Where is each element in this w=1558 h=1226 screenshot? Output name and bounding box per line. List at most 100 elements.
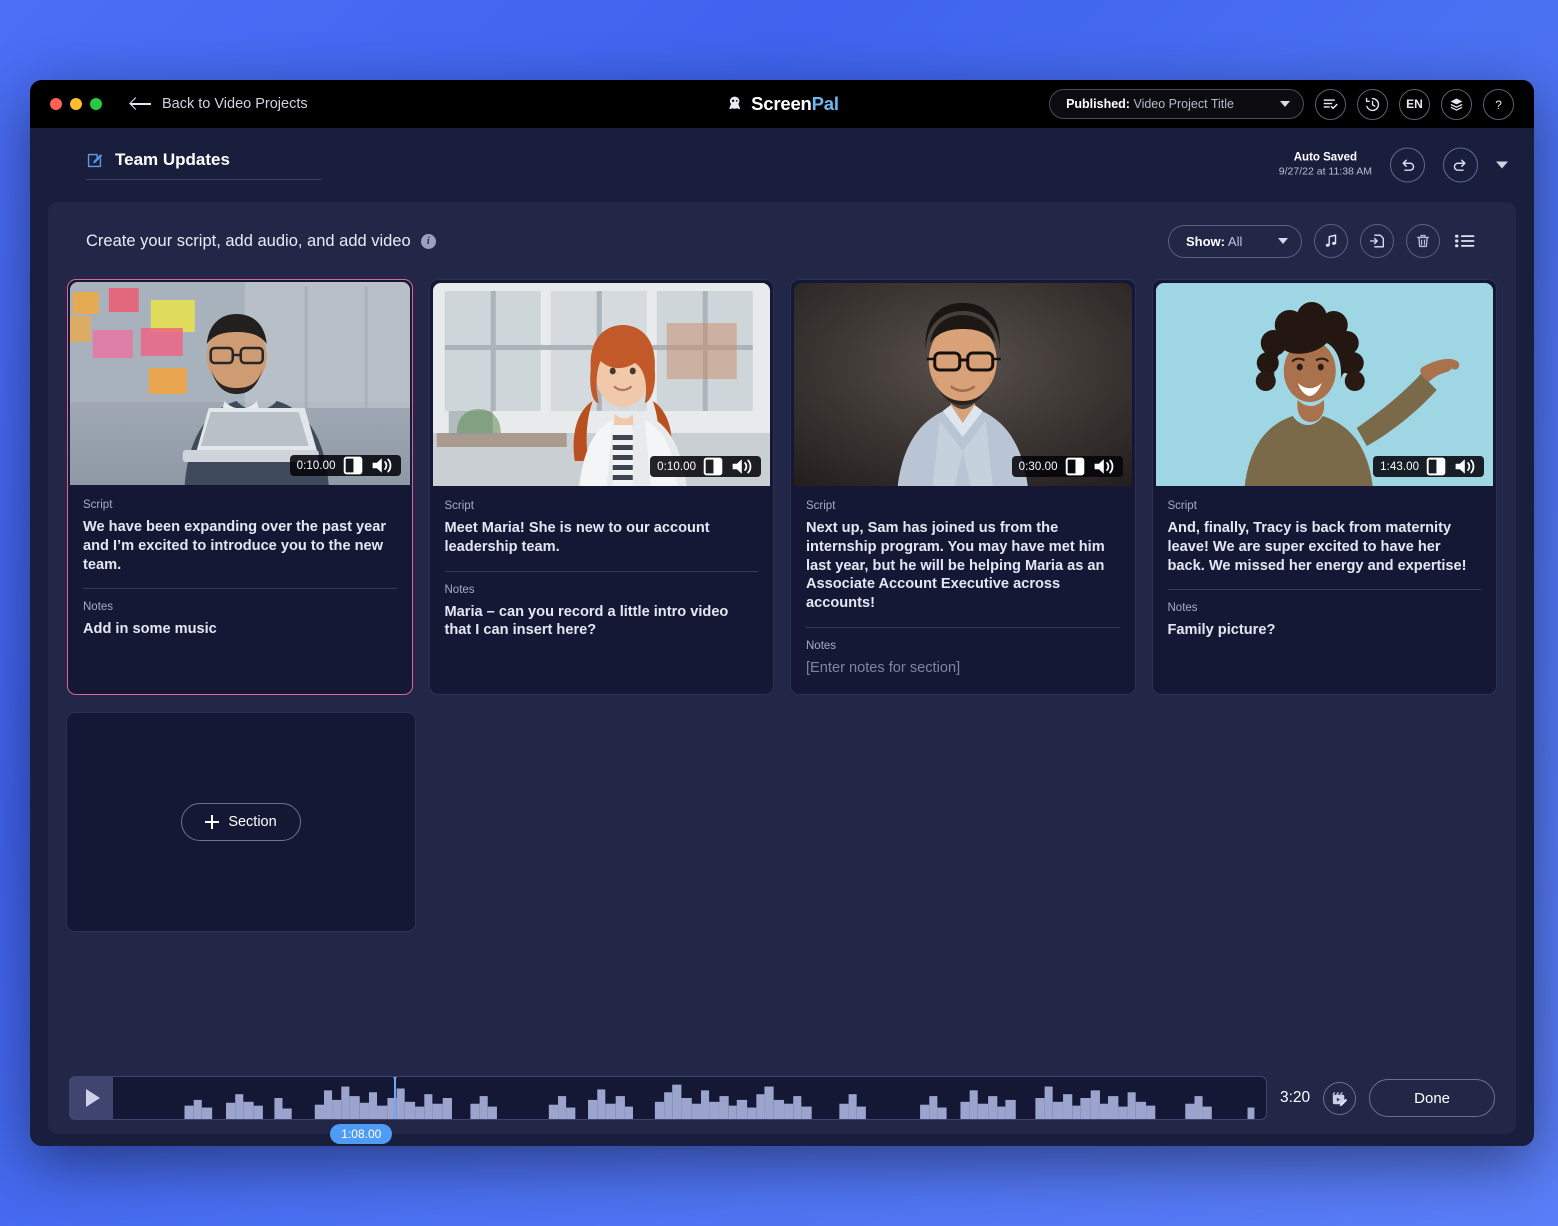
publish-status-dropdown[interactable]: Published: Video Project Title (1049, 89, 1304, 119)
playhead-time-label: 1:08.00 (330, 1124, 393, 1144)
audio-track[interactable]: 1:08.00 (69, 1076, 1267, 1144)
undo-button[interactable] (1390, 147, 1425, 183)
show-filter-dropdown[interactable]: Show: All (1168, 224, 1302, 258)
checklist-icon (1323, 98, 1338, 109)
delete-button[interactable] (1406, 224, 1440, 258)
notes-label: Notes (1167, 602, 1198, 615)
list-view-button[interactable] (1452, 232, 1478, 250)
add-music-button[interactable] (1314, 224, 1348, 258)
language-label: EN (1406, 97, 1423, 111)
layers-icon (1450, 98, 1463, 111)
section-card[interactable]: 0:10.00 Script Meet Maria! She is new to… (428, 279, 774, 695)
back-label: Back to Video Projects (162, 96, 308, 112)
section-card[interactable]: 1:43.00 Script And, finally, Tracy is ba… (1151, 279, 1497, 695)
script-text[interactable]: And, finally, Tracy is back from materni… (1168, 519, 1482, 575)
transition-icon (1426, 457, 1446, 476)
list-icon (1455, 234, 1475, 248)
notes-text[interactable]: Maria – can you record a little intro vi… (445, 603, 759, 641)
import-script-button[interactable] (1360, 224, 1394, 258)
app-window: Back to Video Projects ScreenPal Publish… (30, 80, 1534, 1146)
play-button[interactable] (69, 1076, 113, 1120)
svg-text:?: ? (1495, 97, 1502, 111)
section-thumbnail[interactable]: 0:10.00 (432, 283, 770, 486)
section-thumbnail[interactable]: 0:30.00 (794, 283, 1132, 486)
script-label: Script (806, 500, 836, 512)
field-divider (444, 570, 758, 572)
window-controls (50, 98, 102, 110)
notes-label: Notes (444, 583, 475, 596)
script-text[interactable]: Next up, Sam has joined us from the inte… (806, 519, 1120, 613)
play-icon (85, 1089, 100, 1107)
import-file-icon (1370, 234, 1384, 248)
close-window-button[interactable] (50, 98, 62, 110)
transition-icon (703, 457, 723, 476)
history-button[interactable] (1357, 88, 1388, 120)
playhead[interactable] (391, 1077, 400, 1119)
back-arrow-icon (131, 97, 151, 111)
notes-text[interactable]: Add in some music (83, 620, 397, 639)
section-card[interactable]: 0:30.00 Script Next up, Sam has joined u… (790, 279, 1136, 695)
edit-project-icon[interactable] (86, 152, 103, 169)
add-section-label: Section (228, 813, 277, 830)
section-card[interactable]: 0:10.00 Script We have been expanding ov… (67, 279, 413, 695)
publish-status-text: Published: Video Project Title (1066, 97, 1234, 111)
section-thumbnail[interactable]: 1:43.00 (1155, 283, 1493, 486)
checklist-button[interactable] (1315, 88, 1346, 120)
section-body: Script We have been expanding over the p… (68, 485, 412, 694)
notes-label: Notes (806, 640, 837, 653)
help-button[interactable]: ? (1483, 88, 1514, 120)
layers-button[interactable] (1441, 88, 1472, 120)
maximize-window-button[interactable] (90, 98, 102, 110)
section-card-list: 0:10.00 Script We have been expanding ov… (66, 279, 1498, 695)
transition-icon (1065, 457, 1084, 476)
redo-button[interactable] (1443, 147, 1478, 183)
section-thumbnail[interactable]: 0:10.00 (70, 282, 410, 485)
field-divider (1167, 589, 1481, 591)
script-text[interactable]: We have been expanding over the past yea… (83, 518, 397, 574)
add-section-row: Section (66, 711, 1498, 932)
duration-badge: 0:30.00 (1011, 456, 1123, 477)
show-filter-value: All (1227, 233, 1243, 249)
history-dropdown-caret[interactable] (1496, 161, 1508, 169)
screenpal-logo-icon (729, 96, 740, 109)
add-section-placeholder[interactable]: Section (66, 711, 416, 932)
audio-waveform (184, 1084, 1255, 1119)
brand-text: ScreenPal (751, 93, 839, 115)
undo-icon (1402, 159, 1415, 171)
volume-icon (1455, 459, 1475, 474)
titlebar-right-controls: Published: Video Project Title EN ? (1049, 88, 1514, 120)
duration-text: 0:10.00 (296, 459, 336, 472)
field-divider (806, 627, 1120, 629)
music-note-icon (1325, 234, 1337, 247)
help-icon: ? (1495, 97, 1502, 111)
chevron-down-icon (1280, 101, 1290, 107)
done-button[interactable]: Done (1369, 1079, 1495, 1117)
total-duration: 3:20 (1279, 1089, 1311, 1106)
add-section-button[interactable]: Section (181, 802, 301, 841)
notes-text[interactable]: [Enter notes for section] (806, 659, 1120, 678)
panel-tools: Show: All (1168, 224, 1478, 258)
show-filter-prefix: Show: (1186, 233, 1225, 249)
show-filter-text: Show: All (1186, 234, 1242, 249)
brand-text-second: Pal (811, 93, 839, 114)
panel-heading: Create your script, add audio, and add v… (86, 232, 436, 251)
waveform-area[interactable] (113, 1076, 1267, 1120)
chevron-down-icon (1278, 238, 1288, 244)
project-header: Team Updates Auto Saved 9/27/22 at 11:38… (30, 128, 1534, 202)
info-icon[interactable]: i (420, 233, 436, 249)
language-button[interactable]: EN (1399, 88, 1430, 120)
notes-text[interactable]: Family picture? (1168, 621, 1482, 640)
section-body: Script Meet Maria! She is new to our acc… (430, 486, 774, 694)
script-label: Script (83, 499, 113, 511)
edit-video-button[interactable] (1323, 1081, 1357, 1115)
volume-icon (732, 459, 752, 474)
project-title-area: Team Updates (86, 150, 321, 180)
script-label: Script (444, 500, 474, 512)
history-icon (1365, 97, 1380, 111)
duration-badge: 0:10.00 (289, 455, 401, 476)
back-to-video-projects-button[interactable]: Back to Video Projects (131, 96, 308, 112)
duration-text: 0:30.00 (1018, 460, 1058, 473)
script-text[interactable]: Meet Maria! She is new to our account le… (445, 519, 759, 557)
minimize-window-button[interactable] (70, 98, 82, 110)
section-body: Script Next up, Sam has joined us from t… (791, 486, 1135, 694)
